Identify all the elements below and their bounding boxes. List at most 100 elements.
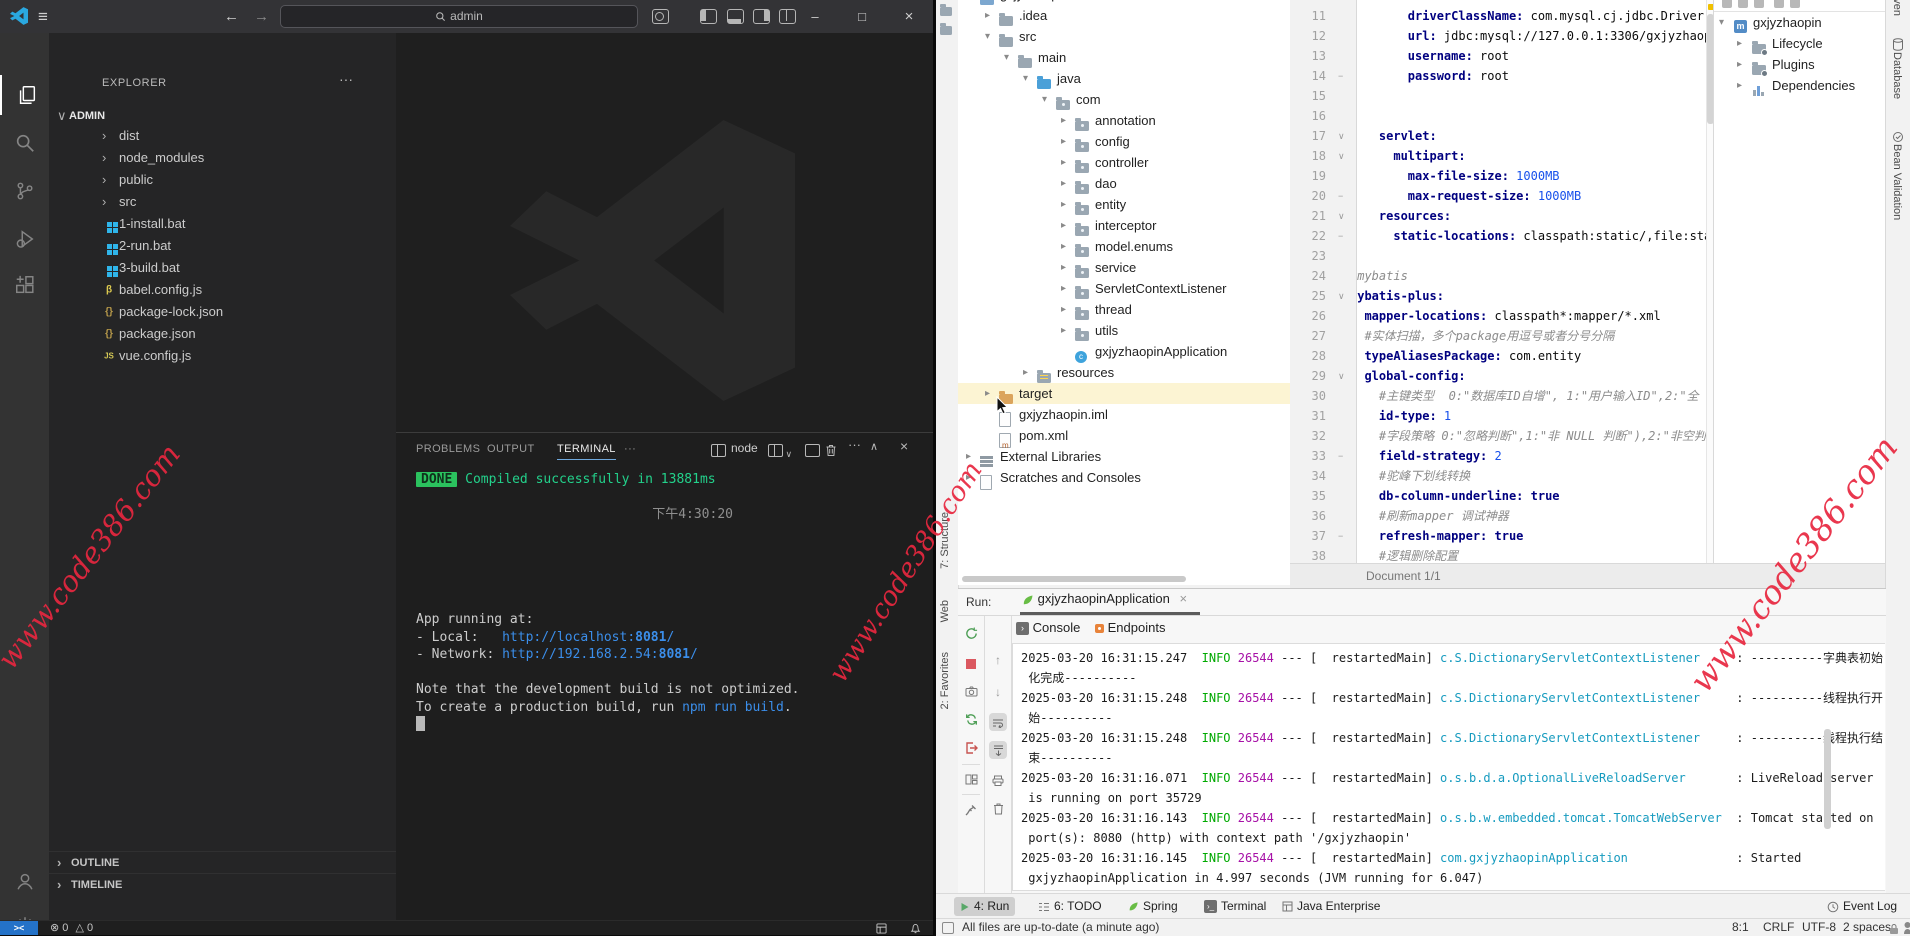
maven-root-item[interactable]: ▾mgxjyzhaopin [1714,12,1886,33]
extensions-activity-icon[interactable] [0,265,49,305]
explorer-file-item[interactable]: 1-install.bat [49,213,396,235]
fold-open-icon[interactable]: ∨ [1338,126,1345,146]
tab-output[interactable]: OUTPUT [487,443,535,455]
tree-item-src[interactable]: ▾src [958,26,1290,47]
tree-item-thread[interactable]: ▸thread [958,299,1290,320]
run-debug-activity-icon[interactable] [0,219,49,259]
terminal-link[interactable]: / [690,647,698,662]
maven-item-dependencies[interactable]: ▸Dependencies [1714,75,1886,96]
chevron-expanded-icon[interactable]: ▾ [1042,89,1047,110]
explorer-folder-item[interactable]: ›dist [49,125,396,147]
restore-layout-icon[interactable] [962,770,980,788]
rerun-icon[interactable] [962,624,980,642]
customize-layout-icon[interactable] [779,9,796,24]
tree-item-controller[interactable]: ▸controller [958,152,1290,173]
fold-collapse-icon[interactable]: − [1338,526,1343,546]
explorer-file-item[interactable]: {}package-lock.json [49,301,396,323]
explorer-file-item[interactable]: {}package.json [49,323,396,345]
chevron-collapsed-icon[interactable]: ▸ [1061,215,1066,236]
pin-tab-icon[interactable] [962,800,980,818]
chevron-expanded-icon[interactable]: ▾ [1719,12,1724,33]
tree-item-config[interactable]: ▸config [958,131,1290,152]
chevron-collapsed-icon[interactable]: ▸ [1061,320,1066,341]
chevron-collapsed-icon[interactable]: ▸ [1737,54,1742,75]
toggle-panel-icon[interactable] [727,9,744,24]
run-tab[interactable]: gxjyzhaopinApplication × [1022,591,1187,612]
window-maximize-button[interactable]: □ [845,0,879,33]
editor-code[interactable]: driverClassName: com.mysql.cj.jdbc.Drive… [1357,0,1707,563]
explorer-activity-icon[interactable] [0,75,51,115]
timeline-section[interactable]: › TIMELINE [49,873,396,896]
tab-terminal[interactable]: TERMINAL [557,443,616,460]
tree-item-servletcontextlistener[interactable]: ▸ServletContextListener [958,278,1290,299]
tab-problems[interactable]: PROBLEMS [416,443,480,455]
window-minimize-button[interactable]: – [798,0,832,33]
soft-wrap-icon[interactable] [989,713,1007,731]
toolwindow-bean-validation[interactable]: Bean Validation [1891,144,1903,220]
fold-open-icon[interactable]: ∨ [1338,366,1345,386]
folder-toolwindow-icon[interactable] [940,22,952,40]
fold-open-icon[interactable]: ∨ [1338,206,1345,226]
fold-collapse-icon[interactable]: − [1338,186,1343,206]
nav-forward-icon[interactable]: → [254,0,269,33]
maven-item-lifecycle[interactable]: ▸Lifecycle [1714,33,1886,54]
tree-item-utils[interactable]: ▸utils [958,320,1290,341]
idea-editor[interactable]: 11121314−151617∨18∨1920−21∨22−232425∨262… [1290,0,1715,563]
run-tab-close-icon[interactable]: × [1180,591,1188,606]
toggle-sidebar-icon[interactable] [700,9,717,24]
notifications-bell-icon[interactable] [910,922,921,934]
feedback-icon[interactable] [876,922,887,934]
file-encoding[interactable]: UTF-8 [1802,920,1836,934]
tree-item-entity[interactable]: ▸entity [958,194,1290,215]
tree-item-com[interactable]: ▾com [958,89,1290,110]
indent-style[interactable]: 2 spaces [1843,920,1891,934]
lock-icon[interactable] [1889,921,1899,935]
search-activity-icon[interactable] [0,123,49,163]
chevron-collapsed-icon[interactable]: ▸ [1061,194,1066,215]
panel-tabs-more-icon[interactable]: ··· [624,443,636,455]
tree-item-scratches-and-consoles[interactable]: ▸Scratches and Consoles [958,467,1290,488]
terminal-instance-label[interactable]: node [731,441,758,455]
terminal-link[interactable]: npm run build [682,700,784,715]
fold-collapse-icon[interactable]: − [1338,446,1343,466]
tab-console[interactable]: › Console [1016,620,1080,635]
panel-maximize-icon[interactable]: ∧ [870,440,878,453]
toolbar-spring[interactable]: Spring [1122,897,1184,916]
chevron-collapsed-icon[interactable]: ▸ [985,383,990,404]
toolbar-4-run[interactable]: 4: Run [954,897,1015,916]
run-console-output[interactable]: 2025-03-20 16:31:15.247 INFO 26544 --- [… [1012,643,1885,891]
chevron-collapsed-icon[interactable]: ▸ [1061,278,1066,299]
terminal-link[interactable]: 8081 [635,630,666,645]
maven-item-plugins[interactable]: ▸Plugins [1714,54,1886,75]
toolbar-6-todo[interactable]: 6: TODO [1032,897,1108,916]
clear-console-trash-icon[interactable] [989,799,1007,817]
kill-terminal-trash-icon[interactable] [825,442,837,460]
tree-item-annotation[interactable]: ▸annotation [958,110,1290,131]
explorer-folder-item[interactable]: ›public [49,169,396,191]
explorer-more-icon[interactable]: ··· [339,71,353,87]
tree-item-gxjyzhaopinapplication[interactable]: cgxjyzhaopinApplication [958,341,1290,362]
thread-dump-camera-icon[interactable] [962,682,980,700]
tree-item-external-libraries[interactable]: ▸External Libraries [958,446,1290,467]
next-occurrence-icon[interactable]: ↓ [989,683,1007,701]
terminal-link[interactable]: http://localhost: [502,630,635,645]
chevron-collapsed-icon[interactable]: ▸ [1023,362,1028,383]
scroll-to-end-icon[interactable] [989,741,1007,759]
tree-item-service[interactable]: ▸service [958,257,1290,278]
toolwindow-web[interactable]: Web [939,600,951,622]
outline-section[interactable]: › OUTLINE [49,851,396,874]
update-application-icon[interactable] [962,710,980,728]
chevron-expanded-icon[interactable]: ▾ [985,26,990,47]
chevron-collapsed-icon[interactable]: ▸ [1061,110,1066,131]
nav-back-icon[interactable]: ← [224,0,239,33]
tree-item-pom-xml[interactable]: pom.xml [958,425,1290,446]
console-scrollbar-thumb[interactable] [1824,729,1831,829]
menu-hamburger-icon[interactable]: ≡ [38,0,48,33]
toolbar-event-log[interactable]: Event Log [1821,897,1903,916]
tree-item-dao[interactable]: ▸dao [958,173,1290,194]
tree-item-resources[interactable]: ▸resources [958,362,1290,383]
tree-item-interceptor[interactable]: ▸interceptor [958,215,1290,236]
explorer-file-item[interactable]: βbabel.config.js [49,279,396,301]
remote-indicator[interactable]: >< [0,921,38,935]
source-control-activity-icon[interactable] [0,171,49,211]
